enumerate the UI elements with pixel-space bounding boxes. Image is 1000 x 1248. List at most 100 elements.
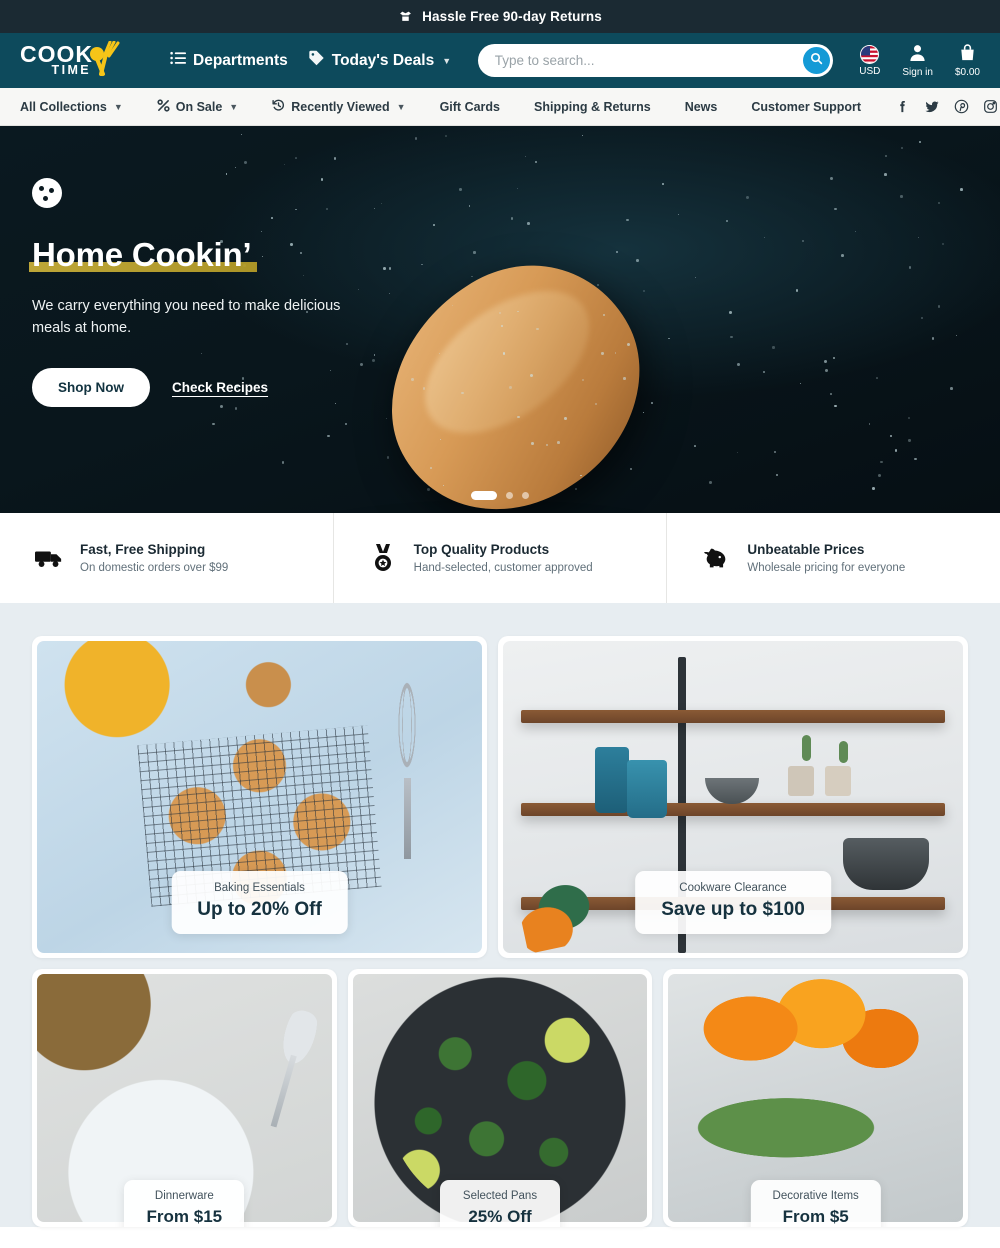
promo-offer: 25% Off	[468, 1207, 532, 1226]
spoon-icon	[259, 1006, 322, 1131]
promo-kicker: Cookware Clearance	[679, 882, 787, 894]
list-icon	[170, 51, 186, 70]
subnav-label: Customer Support	[751, 99, 862, 114]
percent-icon	[157, 98, 170, 115]
logo-line1: COOK	[20, 40, 93, 67]
search-button[interactable]	[802, 47, 830, 74]
promo-badge: Decorative Items From $5	[750, 1180, 881, 1227]
history-icon	[272, 99, 285, 115]
announcement-text: Hassle Free 90-day Returns	[422, 9, 602, 24]
promo-card-baking-essentials[interactable]: Baking Essentials Up to 20% Off	[32, 636, 487, 958]
subnav-item-customer-support[interactable]: Customer Support	[751, 100, 861, 114]
feature-quality: Top Quality Products Hand-selected, cust…	[332, 513, 667, 603]
nav-departments[interactable]: true Departments	[170, 51, 288, 70]
feature-subtitle: Wholesale pricing for everyone	[747, 562, 906, 574]
tag-icon	[308, 50, 325, 71]
piggy-bank-icon	[701, 546, 731, 570]
promo-kicker: Selected Pans	[462, 1190, 538, 1202]
us-flag-icon	[860, 44, 880, 64]
promo-card-selected-pans[interactable]: Selected Pans 25% Off	[347, 969, 653, 1227]
subnav-label: Gift Cards	[439, 99, 501, 114]
announcement-bar: Hassle Free 90-day Returns	[0, 0, 1000, 33]
subnav-label: Shipping & Returns	[534, 99, 651, 114]
promo-grid: Baking Essentials Up to 20% Off Cookware…	[0, 603, 1000, 1227]
search-input[interactable]	[494, 53, 803, 68]
carousel-dot-2[interactable]	[506, 492, 513, 499]
subnav-item-all-collections[interactable]: All Collections ▼	[20, 100, 123, 114]
promo-card-decorative-items[interactable]: Decorative Items From $5	[663, 969, 969, 1227]
search-area	[451, 44, 859, 77]
medal-icon	[368, 544, 398, 572]
carousel-dot-1[interactable]	[471, 491, 497, 500]
sign-in-label: Sign in	[902, 67, 933, 78]
nav-departments-text: Departments	[193, 51, 288, 69]
feature-strip: Fast, Free Shipping On domestic orders o…	[0, 513, 1000, 603]
promo-kicker: Baking Essentials	[214, 882, 305, 894]
currency-selector[interactable]: USD	[859, 44, 881, 77]
subnav-item-gift-cards[interactable]: Gift Cards	[440, 100, 500, 114]
secondary-nav: All Collections ▼ On Sale ▼ Recently Vie…	[0, 88, 1000, 126]
instagram-icon[interactable]	[983, 99, 998, 114]
user-icon	[908, 43, 927, 65]
currency-label: USD	[859, 65, 881, 77]
hero-banner: Home Cookin’ We carry everything you nee…	[0, 126, 1000, 513]
shop-now-button[interactable]: Shop Now	[32, 367, 150, 407]
chevron-down-icon: ▼	[229, 101, 239, 112]
subnav-label: Recently Viewed	[291, 99, 390, 114]
search-bar[interactable]	[477, 44, 833, 77]
sign-in-button[interactable]: Sign in	[902, 43, 933, 78]
promo-badge: Dinnerware From $15	[124, 1180, 245, 1227]
facebook-icon[interactable]	[895, 99, 910, 114]
promo-card-dinnerware[interactable]: Dinnerware From $15	[32, 969, 337, 1227]
fork-spoon-icon	[88, 40, 122, 82]
feature-shipping: Fast, Free Shipping On domestic orders o…	[0, 513, 333, 603]
twitter-icon[interactable]	[924, 99, 940, 114]
carousel-dot-3[interactable]	[522, 492, 529, 499]
search-icon	[810, 52, 823, 70]
site-header: COOK TIME true Departm	[0, 33, 1000, 88]
pinterest-icon[interactable]	[954, 99, 969, 114]
nav-todays-deals-text: Today's Deals	[331, 51, 435, 69]
cart-button[interactable]: $0.00	[955, 43, 980, 78]
hero-title: Home Cookin’	[28, 236, 258, 273]
subnav-item-shipping-returns[interactable]: Shipping & Returns	[534, 100, 651, 114]
hero-actions: Shop Now Check Recipes	[32, 367, 430, 407]
header-actions: USD Sign in $0.00	[859, 43, 980, 78]
cookie-icon	[32, 178, 62, 208]
feature-subtitle: On domestic orders over $99	[80, 562, 229, 574]
promo-offer: Save up to $100	[661, 899, 805, 920]
promo-card-cookware-clearance[interactable]: Cookware Clearance Save up to $100	[498, 636, 968, 958]
promo-offer: Up to 20% Off	[197, 899, 322, 920]
header-nav: true Departments Today's Deals ▼	[170, 50, 451, 71]
social-links	[895, 99, 998, 114]
promo-kicker: Decorative Items	[772, 1190, 859, 1202]
feature-title: Fast, Free Shipping	[80, 542, 206, 557]
feature-title: Top Quality Products	[413, 542, 550, 557]
feature-title: Unbeatable Prices	[747, 542, 865, 557]
chevron-down-icon: ▼	[396, 101, 406, 112]
feature-subtitle: Hand-selected, customer approved	[413, 562, 593, 574]
feature-prices: Unbeatable Prices Wholesale pricing for …	[666, 513, 1000, 603]
subnav-label: News	[684, 99, 718, 114]
chevron-down-icon: ▼	[442, 55, 452, 66]
cart-total: $0.00	[954, 67, 980, 78]
promo-offer: From $15	[146, 1207, 223, 1226]
subnav-label: On Sale	[175, 99, 223, 114]
site-logo[interactable]: COOK TIME	[20, 39, 148, 82]
promo-offer: From $5	[782, 1207, 849, 1226]
promo-kicker: Dinnerware	[154, 1190, 214, 1202]
carousel-indicators	[0, 491, 1000, 500]
nav-todays-deals[interactable]: Today's Deals ▼	[308, 50, 451, 71]
truck-icon	[34, 547, 64, 569]
subnav-item-on-sale[interactable]: On Sale ▼	[157, 98, 239, 115]
hero-subtitle: We carry everything you need to make del…	[32, 298, 341, 336]
promo-badge: Cookware Clearance Save up to $100	[635, 871, 831, 934]
subnav-item-news[interactable]: News	[685, 100, 718, 114]
subnav-label: All Collections	[20, 99, 107, 114]
promo-row-1: Baking Essentials Up to 20% Off Cookware…	[32, 636, 968, 958]
whisk-icon	[390, 678, 425, 860]
chevron-down-icon: ▼	[113, 101, 123, 112]
check-recipes-link[interactable]: Check Recipes	[172, 380, 268, 395]
box-open-icon	[398, 10, 413, 23]
subnav-item-recently-viewed[interactable]: Recently Viewed ▼	[272, 99, 406, 115]
